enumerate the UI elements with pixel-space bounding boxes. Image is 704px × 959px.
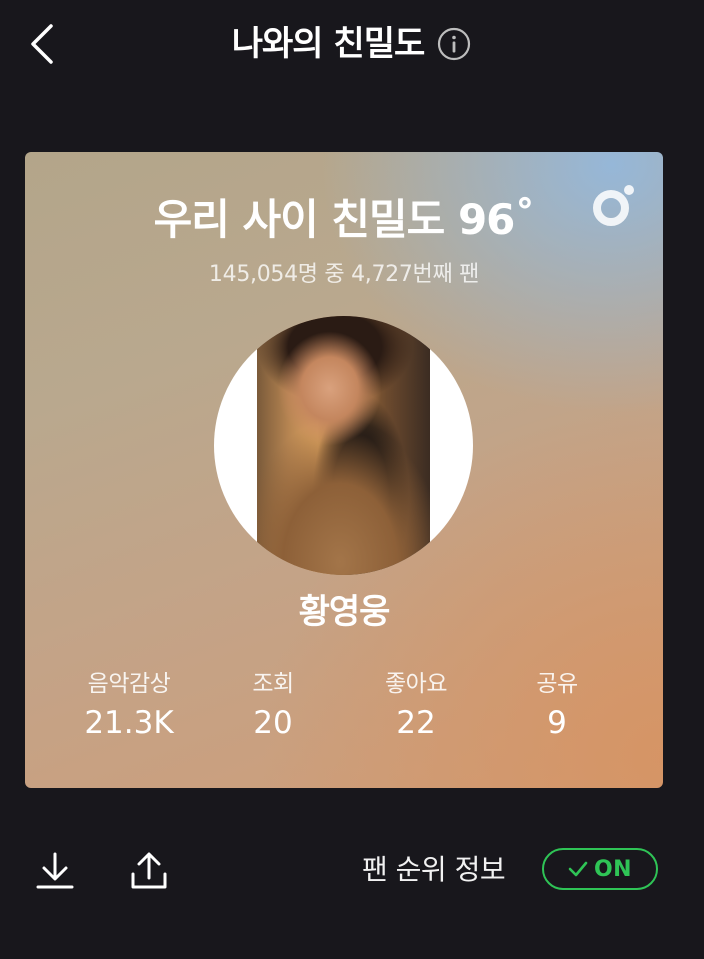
intimacy-screen: 나와의 친밀도 우리 사이 친밀도 96˚ 145,054명 중 4,727번째…: [0, 0, 704, 959]
fan-rank-toggle[interactable]: ON: [542, 848, 658, 890]
stat-label: 음악감상: [87, 671, 171, 697]
stat-likes: 좋아요 22: [336, 668, 496, 744]
stat-shares: 공유 9: [477, 668, 637, 744]
download-icon: [36, 852, 74, 889]
fan-rank-subtitle: 145,054명 중 4,727번째 팬: [208, 262, 480, 287]
stat-value: 20: [253, 705, 293, 741]
stat-listen: 음악감상 21.3K: [49, 668, 209, 744]
title-group: 나와의 친밀도: [0, 22, 704, 66]
stat-value: 21.3K: [84, 705, 174, 741]
check-icon: [568, 861, 588, 877]
bottom-bar: 팬 순위 정보 ON: [0, 830, 704, 910]
intimacy-card: 우리 사이 친밀도 96˚ 145,054명 중 4,727번째 팬 황영웅 음…: [25, 152, 663, 788]
toggle-label: ON: [593, 856, 633, 882]
stat-label: 공유: [536, 671, 578, 697]
stats-row: 음악감상 21.3K 조회 20 좋아요 22 공유 9: [25, 668, 663, 748]
stat-views: 조회 20: [193, 668, 353, 744]
fan-rank-info-label: 팬 순위 정보: [362, 853, 506, 886]
stat-value: 22: [396, 705, 436, 741]
download-button[interactable]: [32, 848, 78, 894]
info-icon: [438, 27, 471, 61]
artist-photo: [257, 316, 430, 575]
page-title: 나와의 친밀도: [231, 24, 426, 64]
artist-avatar: [214, 316, 473, 575]
stat-value: 9: [547, 705, 567, 741]
info-button[interactable]: [436, 26, 472, 62]
artist-name: 황영웅: [298, 592, 391, 632]
intimacy-headline: 우리 사이 친밀도 96˚: [153, 195, 536, 244]
header: 나와의 친밀도: [0, 0, 704, 92]
stat-label: 좋아요: [385, 671, 447, 697]
share-icon: [131, 852, 167, 889]
stat-label: 조회: [252, 671, 294, 697]
share-button[interactable]: [126, 848, 172, 894]
